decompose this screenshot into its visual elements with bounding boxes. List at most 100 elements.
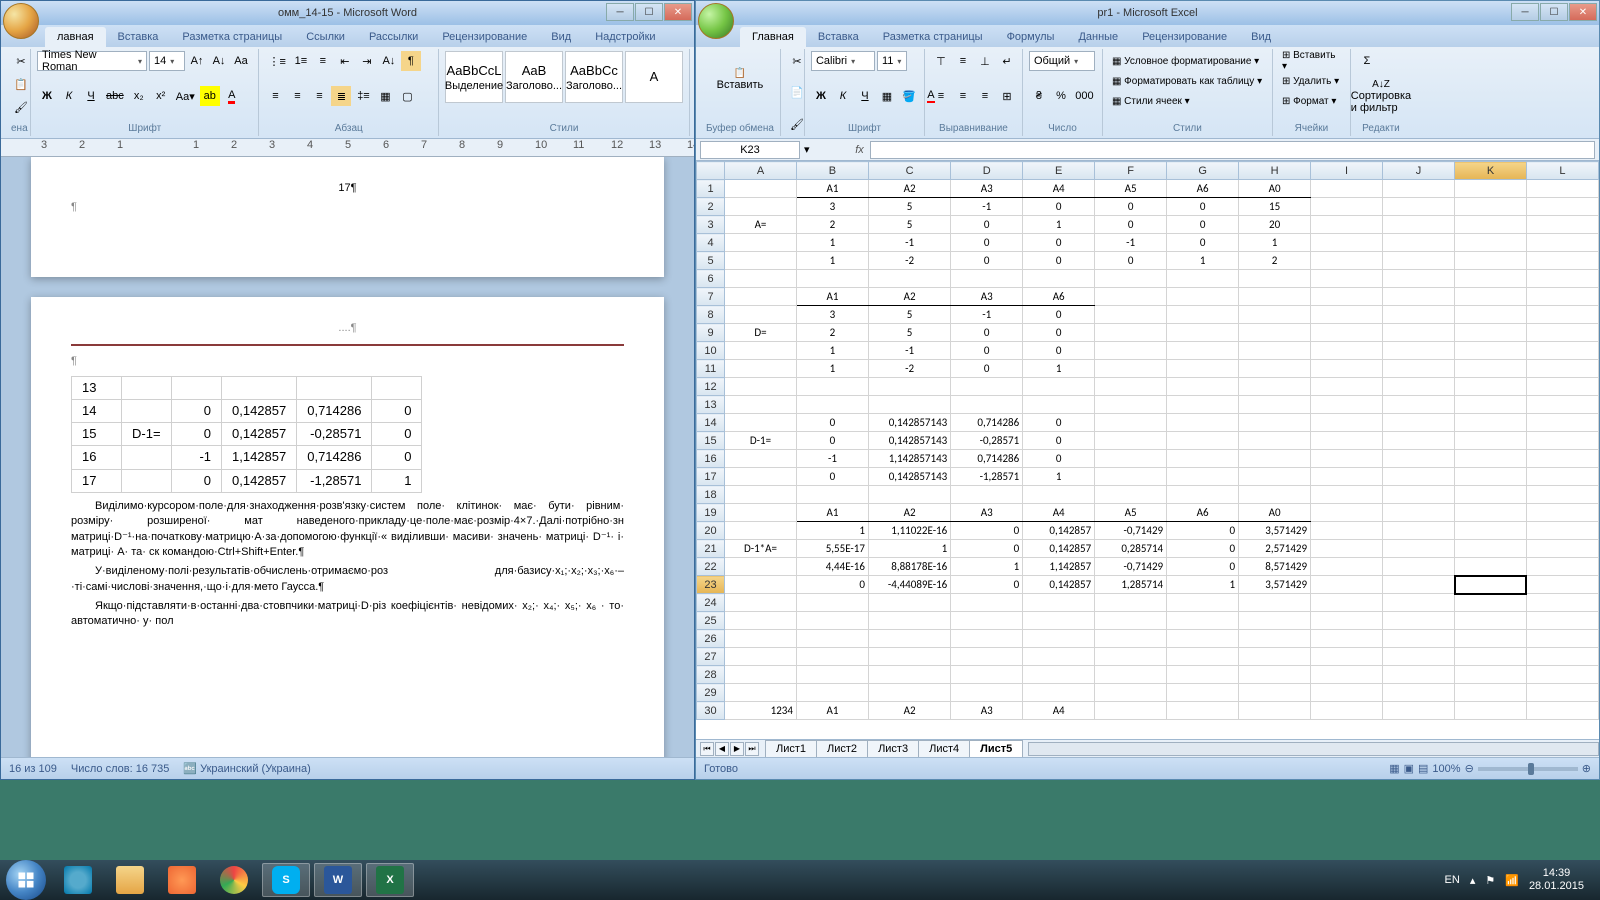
row-header[interactable]: 5 bbox=[697, 252, 725, 270]
cell[interactable] bbox=[1023, 612, 1095, 630]
cell[interactable]: -1 bbox=[951, 198, 1023, 216]
cell[interactable] bbox=[1526, 594, 1598, 612]
row-header[interactable]: 28 bbox=[697, 666, 725, 684]
cell[interactable] bbox=[796, 648, 868, 666]
cell[interactable]: A4 bbox=[1023, 702, 1095, 720]
clear-format-button[interactable]: Aa bbox=[231, 51, 251, 71]
cell[interactable]: 0 bbox=[951, 216, 1023, 234]
cell[interactable]: 0 bbox=[1167, 558, 1239, 576]
cell[interactable]: 0 bbox=[1167, 522, 1239, 540]
cell[interactable] bbox=[1311, 432, 1383, 450]
cell[interactable]: 1,142857 bbox=[1023, 558, 1095, 576]
cell[interactable] bbox=[1239, 684, 1311, 702]
cell[interactable] bbox=[725, 504, 797, 522]
cell[interactable] bbox=[1455, 630, 1527, 648]
cell[interactable] bbox=[1526, 504, 1598, 522]
row-header[interactable]: 8 bbox=[697, 306, 725, 324]
cell[interactable] bbox=[1383, 468, 1455, 486]
number-format-select[interactable]: Общий bbox=[1029, 51, 1095, 71]
tray-network-icon[interactable]: 📶 bbox=[1505, 874, 1519, 887]
zoom-level[interactable]: 100% bbox=[1432, 763, 1460, 775]
cell[interactable] bbox=[1526, 360, 1598, 378]
cell[interactable] bbox=[1383, 378, 1455, 396]
minimize-button[interactable]: ─ bbox=[606, 3, 634, 21]
font-size-select[interactable]: 14 bbox=[149, 51, 185, 71]
cell[interactable] bbox=[1455, 216, 1527, 234]
cell[interactable] bbox=[1239, 468, 1311, 486]
numbering-button[interactable]: 1≡ bbox=[291, 51, 311, 71]
cell[interactable] bbox=[1095, 684, 1167, 702]
cell[interactable]: -1,28571 bbox=[951, 468, 1023, 486]
cell[interactable] bbox=[1311, 288, 1383, 306]
cell[interactable] bbox=[1095, 648, 1167, 666]
row-header[interactable]: 4 bbox=[697, 234, 725, 252]
cell[interactable]: A2 bbox=[868, 288, 950, 306]
row-header[interactable]: 13 bbox=[697, 396, 725, 414]
autosum-button[interactable]: Σ bbox=[1357, 51, 1377, 71]
select-all-corner[interactable] bbox=[697, 162, 725, 180]
cell[interactable] bbox=[868, 648, 950, 666]
cell[interactable] bbox=[1526, 342, 1598, 360]
cell[interactable]: A3 bbox=[951, 702, 1023, 720]
sort-button[interactable]: A↓ bbox=[379, 51, 399, 71]
cell[interactable] bbox=[1383, 216, 1455, 234]
cell[interactable]: 2 bbox=[1239, 252, 1311, 270]
cell[interactable] bbox=[1383, 522, 1455, 540]
cell[interactable]: A2 bbox=[868, 702, 950, 720]
cell[interactable]: 3,571429 bbox=[1239, 576, 1311, 594]
cell[interactable]: 1,11022E-16 bbox=[868, 522, 950, 540]
cell[interactable] bbox=[1455, 648, 1527, 666]
cell[interactable] bbox=[1239, 648, 1311, 666]
cell[interactable] bbox=[1311, 558, 1383, 576]
cell[interactable] bbox=[1239, 414, 1311, 432]
cell[interactable] bbox=[725, 468, 797, 486]
cell[interactable]: 0 bbox=[951, 342, 1023, 360]
cell[interactable] bbox=[1239, 396, 1311, 414]
cell[interactable] bbox=[951, 594, 1023, 612]
ribbon-tab[interactable]: Формулы bbox=[995, 27, 1067, 47]
cell[interactable] bbox=[1383, 234, 1455, 252]
underline-button[interactable]: Ч bbox=[81, 86, 101, 106]
row-header[interactable]: 10 bbox=[697, 342, 725, 360]
taskbar-excel[interactable]: X bbox=[366, 863, 414, 897]
style-button[interactable]: ▦ Форматировать как таблицу ▾ bbox=[1109, 71, 1265, 91]
cell[interactable] bbox=[1526, 432, 1598, 450]
cell[interactable]: 0 bbox=[1023, 432, 1095, 450]
cell[interactable]: 5 bbox=[868, 216, 950, 234]
cell[interactable] bbox=[1526, 324, 1598, 342]
office-button[interactable] bbox=[3, 3, 39, 39]
cell[interactable] bbox=[868, 630, 950, 648]
cell[interactable] bbox=[1239, 342, 1311, 360]
cell[interactable] bbox=[1167, 612, 1239, 630]
cell[interactable]: 0,142857 bbox=[1023, 522, 1095, 540]
cell[interactable] bbox=[1455, 414, 1527, 432]
cell[interactable] bbox=[725, 522, 797, 540]
cell[interactable] bbox=[725, 180, 797, 198]
font-size-select[interactable]: 11 bbox=[877, 51, 907, 71]
cell[interactable] bbox=[1311, 576, 1383, 594]
cell[interactable] bbox=[1095, 378, 1167, 396]
cell[interactable] bbox=[1023, 684, 1095, 702]
cell[interactable]: 8,88178E-16 bbox=[868, 558, 950, 576]
cell[interactable] bbox=[1311, 360, 1383, 378]
cell[interactable]: 0 bbox=[1023, 234, 1095, 252]
cell[interactable] bbox=[951, 666, 1023, 684]
cell[interactable]: 15 bbox=[1239, 198, 1311, 216]
bold-button[interactable]: Ж bbox=[811, 86, 831, 106]
cell[interactable] bbox=[1095, 450, 1167, 468]
cell[interactable] bbox=[1167, 648, 1239, 666]
cell[interactable] bbox=[1383, 198, 1455, 216]
cell[interactable]: 0,142857143 bbox=[868, 432, 950, 450]
cell[interactable]: 0,714286 bbox=[951, 450, 1023, 468]
cell[interactable] bbox=[725, 450, 797, 468]
cell[interactable] bbox=[1311, 342, 1383, 360]
cell[interactable] bbox=[1526, 252, 1598, 270]
cell[interactable] bbox=[1455, 522, 1527, 540]
row-header[interactable]: 20 bbox=[697, 522, 725, 540]
cell[interactable] bbox=[1526, 288, 1598, 306]
shading-button[interactable]: ▦ bbox=[375, 86, 395, 106]
cell[interactable] bbox=[1383, 576, 1455, 594]
language-indicator[interactable]: EN bbox=[1445, 874, 1460, 886]
cell[interactable] bbox=[1526, 684, 1598, 702]
cell[interactable] bbox=[1455, 504, 1527, 522]
